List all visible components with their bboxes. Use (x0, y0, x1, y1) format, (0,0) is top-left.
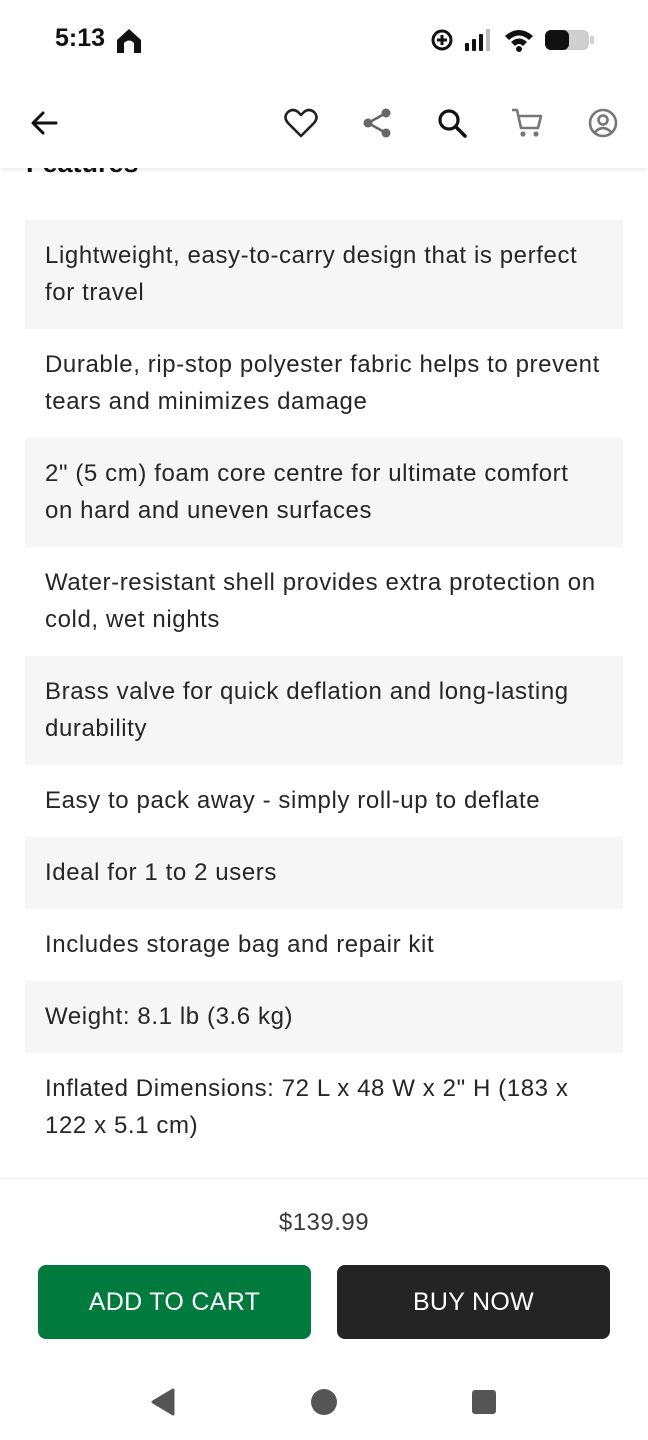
status-bar: 5:13 (0, 0, 648, 80)
search-button[interactable] (429, 102, 475, 148)
account-button[interactable] (580, 102, 626, 148)
recents-square-icon (471, 1389, 497, 1420)
status-icons (430, 24, 596, 56)
buy-now-button[interactable]: BUY NOW (337, 1265, 610, 1339)
account-icon (587, 107, 619, 144)
feature-row: Inflated Dimensions: 72 L x 48 W x 2" H … (45, 1075, 569, 1139)
back-arrow-icon (28, 107, 60, 144)
wishlist-button[interactable] (278, 102, 324, 148)
nav-home-button[interactable] (304, 1384, 344, 1424)
cart-button[interactable] (504, 102, 550, 148)
feature-row: Brass valve for quick deflation and long… (25, 656, 623, 765)
status-time: 5:13 (55, 24, 106, 52)
share-icon (361, 107, 393, 144)
wifi-icon (504, 28, 534, 52)
home-notification-icon (114, 26, 144, 56)
share-button[interactable] (354, 102, 400, 148)
purchase-bar: $139.99 ADD TO CART BUY NOW (0, 1178, 648, 1369)
back-button[interactable] (21, 102, 67, 148)
nav-back-button[interactable] (143, 1384, 183, 1424)
data-saver-icon (430, 28, 454, 52)
battery-icon (544, 28, 596, 52)
feature-row: 2" (5 cm) foam core centre for ultimate … (25, 438, 623, 547)
product-price: $139.99 (278, 1209, 370, 1236)
feature-row: Includes storage bag and repair kit (45, 931, 435, 958)
feature-row: Durable, rip-stop polyester fabric helps… (45, 351, 600, 415)
feature-row: Lightweight, easy-to-carry design that i… (25, 220, 623, 329)
nav-recents-button[interactable] (464, 1384, 504, 1424)
feature-row: Easy to pack away - simply roll-up to de… (45, 787, 541, 814)
home-circle-icon (310, 1388, 338, 1421)
add-to-cart-button[interactable]: ADD TO CART (38, 1265, 311, 1339)
cart-icon (510, 107, 544, 144)
search-icon (436, 107, 468, 144)
feature-row: Weight: 8.1 lb (3.6 kg) (25, 981, 623, 1053)
features-list: Lightweight, easy-to-carry design that i… (25, 220, 623, 1162)
app-bar (0, 80, 648, 168)
feature-row: Water-resistant shell provides extra pro… (45, 569, 596, 633)
product-details-scroll[interactable]: Features Lightweight, easy-to-carry desi… (0, 148, 648, 1178)
signal-icon (464, 28, 494, 52)
feature-row: Ideal for 1 to 2 users (25, 837, 623, 909)
heart-icon (284, 107, 318, 144)
system-nav-bar (0, 1368, 648, 1440)
back-triangle-icon (149, 1387, 177, 1422)
